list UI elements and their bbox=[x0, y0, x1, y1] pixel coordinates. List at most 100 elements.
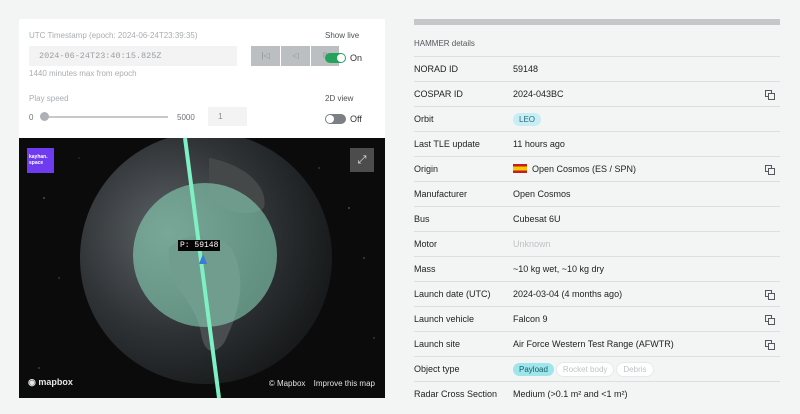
detail-key: Mass bbox=[414, 256, 513, 282]
detail-value-cell: Unknown bbox=[513, 231, 780, 257]
detail-key: Bus bbox=[414, 206, 513, 232]
toggle-knob bbox=[326, 115, 334, 123]
detail-row: Launch vehicle Falcon 9 bbox=[414, 306, 780, 332]
detail-value-cell: Air Force Western Test Range (AFWTR) bbox=[513, 331, 780, 357]
expand-icon: ⤢ bbox=[357, 154, 367, 166]
toggle-knob bbox=[337, 54, 345, 62]
object-type-chip[interactable]: Debris bbox=[616, 361, 654, 377]
detail-value: Falcon 9 bbox=[513, 314, 548, 324]
detail-key: COSPAR ID bbox=[414, 81, 513, 107]
view-2d-state: Off bbox=[350, 114, 362, 124]
copy-icon[interactable] bbox=[765, 90, 775, 100]
detail-key: Origin bbox=[414, 156, 513, 182]
details-title: HAMMER details bbox=[414, 39, 475, 48]
copy-icon[interactable] bbox=[765, 165, 775, 175]
map-attribution: © Mapbox Improve this map bbox=[263, 379, 375, 388]
detail-key: Object type bbox=[414, 356, 513, 382]
object-type-chip[interactable]: Rocket body bbox=[555, 361, 615, 377]
detail-key: Manufacturer bbox=[414, 181, 513, 207]
detail-value-cell: 2024-03-04 (4 months ago) bbox=[513, 281, 780, 307]
detail-row: Manufacturer Open Cosmos bbox=[414, 181, 780, 207]
detail-key: Launch vehicle bbox=[414, 306, 513, 332]
mapbox-attribution-link[interactable]: © Mapbox bbox=[269, 379, 306, 388]
copy-icon[interactable] bbox=[765, 290, 775, 300]
skip-back-icon: |◁ bbox=[261, 51, 270, 60]
detail-value: 2024-043BC bbox=[513, 89, 564, 99]
detail-key: Motor bbox=[414, 231, 513, 257]
mapbox-logo: ◉ mapbox bbox=[28, 377, 73, 387]
view-2d-label: 2D view bbox=[325, 94, 354, 103]
satellite-label[interactable]: P: 59148 bbox=[178, 240, 221, 251]
detail-value-cell: 2024-043BC bbox=[513, 81, 780, 107]
detail-value-cell: Payload Rocket body Debris bbox=[513, 356, 780, 382]
copy-icon[interactable] bbox=[765, 315, 775, 325]
detail-value: 59148 bbox=[513, 64, 539, 74]
detail-value: Open Cosmos (ES / SPN) bbox=[532, 164, 637, 174]
play-back-button[interactable]: ◁ bbox=[281, 46, 310, 66]
detail-key: Orbit bbox=[414, 106, 513, 132]
detail-key: Last TLE update bbox=[414, 131, 513, 157]
detail-value-cell: 11 hours ago bbox=[513, 131, 780, 157]
fullscreen-button[interactable]: ⤢ bbox=[350, 148, 374, 172]
detail-value: Medium (>0.1 m² and <1 m²) bbox=[513, 389, 628, 400]
details-panel: HAMMER details NORAD ID 59148 COSPAR ID 202… bbox=[414, 19, 780, 407]
globe-canvas bbox=[38, 138, 375, 398]
skip-back-button[interactable]: |◁ bbox=[251, 46, 280, 66]
speed-slider-handle[interactable] bbox=[40, 112, 49, 121]
view-2d-toggle[interactable] bbox=[325, 114, 346, 124]
speed-input[interactable]: 1 bbox=[208, 107, 247, 126]
detail-row: Orbit LEO bbox=[414, 106, 780, 132]
improve-map-link[interactable]: Improve this map bbox=[314, 379, 375, 388]
detail-value-cell: Medium (>0.1 m² and <1 m²) bbox=[513, 381, 780, 407]
detail-row: COSPAR ID 2024-043BC bbox=[414, 81, 780, 107]
timestamp-input[interactable]: 2024-06-24T23:40:15.825Z bbox=[29, 46, 237, 66]
detail-value: Air Force Western Test Range (AFWTR) bbox=[513, 339, 674, 349]
detail-value: Cubesat 6U bbox=[513, 214, 561, 224]
detail-value-cell: Open Cosmos bbox=[513, 181, 780, 207]
orbit-badge: LEO bbox=[513, 112, 542, 126]
show-live-label: Show live bbox=[325, 31, 360, 40]
copy-icon[interactable] bbox=[765, 340, 775, 350]
timestamp-hint: 1440 minutes max from epoch bbox=[29, 69, 137, 78]
detail-row: Last TLE update 11 hours ago bbox=[414, 131, 780, 157]
detail-value-cell: Falcon 9 bbox=[513, 306, 780, 332]
globe-map[interactable]: kayhan. space ⤢ P: 59148 ◉ mapbox © Mapb… bbox=[19, 138, 385, 398]
playback-controls: UTC Timestamp (epoch: 2024-06-24T23:39:3… bbox=[19, 19, 385, 138]
detail-value: ~10 kg wet, ~10 kg dry bbox=[513, 264, 605, 274]
detail-row: NORAD ID 59148 bbox=[414, 56, 780, 82]
detail-row: Origin Open Cosmos (ES / SPN) bbox=[414, 156, 780, 182]
mapbox-logo-text: mapbox bbox=[38, 377, 73, 387]
timestamp-label: UTC Timestamp (epoch: 2024-06-24T23:39:3… bbox=[29, 31, 198, 40]
detail-row: Mass ~10 kg wet, ~10 kg dry bbox=[414, 256, 780, 282]
detail-key: Radar Cross Section bbox=[414, 381, 513, 407]
speed-min-label: 0 bbox=[29, 113, 34, 122]
detail-key: Launch date (UTC) bbox=[414, 281, 513, 307]
show-live-toggle[interactable] bbox=[325, 53, 346, 63]
detail-row: Launch date (UTC) 2024-03-04 (4 months ag… bbox=[414, 281, 780, 307]
detail-row: Radar Cross Section Medium (>0.1 m² and <… bbox=[414, 381, 780, 407]
spain-flag-icon bbox=[513, 164, 527, 173]
detail-value: 2024-03-04 (4 months ago) bbox=[513, 289, 623, 299]
detail-value-cell: ~10 kg wet, ~10 kg dry bbox=[513, 256, 780, 282]
detail-value-cell: Open Cosmos (ES / SPN) bbox=[513, 156, 780, 182]
panel-top-bar bbox=[414, 19, 780, 25]
speed-slider-track[interactable] bbox=[43, 116, 168, 118]
detail-row: Bus Cubesat 6U bbox=[414, 206, 780, 232]
detail-row: Motor Unknown bbox=[414, 231, 780, 257]
play-speed-label: Play speed bbox=[29, 94, 69, 103]
detail-value-cell: Cubesat 6U bbox=[513, 206, 780, 232]
object-type-chip[interactable]: Payload bbox=[513, 362, 554, 376]
detail-key: Launch site bbox=[414, 331, 513, 357]
details-table: NORAD ID 59148 COSPAR ID 2024-043BC Orbit LEO… bbox=[414, 56, 780, 407]
detail-key: NORAD ID bbox=[414, 56, 513, 82]
left-panel: UTC Timestamp (epoch: 2024-06-24T23:39:3… bbox=[19, 19, 385, 398]
detail-value-cell: LEO bbox=[513, 106, 780, 132]
play-back-icon: ◁ bbox=[292, 51, 299, 60]
speed-max-label: 5000 bbox=[177, 113, 195, 122]
detail-value-cell: 59148 bbox=[513, 56, 780, 82]
detail-value: 11 hours ago bbox=[513, 139, 565, 149]
detail-row: Object type Payload Rocket body Debris bbox=[414, 356, 780, 382]
detail-row: Launch site Air Force Western Test Range … bbox=[414, 331, 780, 357]
detail-value: Unknown bbox=[513, 239, 551, 249]
show-live-state: On bbox=[350, 53, 363, 63]
